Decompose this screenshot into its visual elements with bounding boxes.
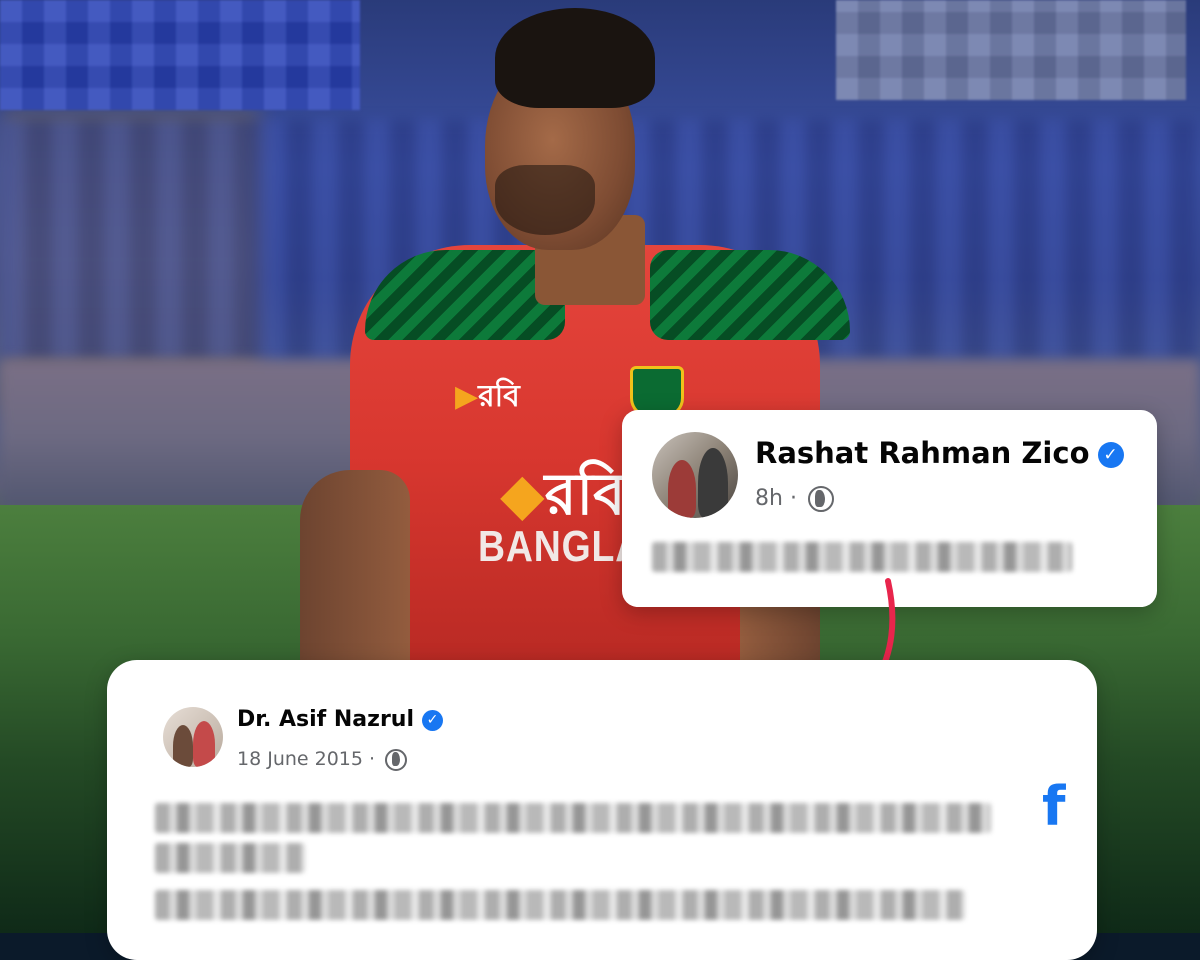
blurred-post-text: [155, 843, 305, 873]
post-meta: 8h ·: [755, 486, 834, 512]
meta-separator: ·: [789, 486, 797, 511]
player-hair: [495, 8, 655, 108]
jersey-sponsor-small: ▶রবি: [455, 379, 520, 414]
post-author[interactable]: Dr. Asif Nazrul ✓: [237, 707, 443, 732]
post-time[interactable]: 8h: [755, 486, 783, 511]
meta-separator: ·: [369, 748, 376, 770]
jersey-shoulder-right: [650, 250, 850, 340]
post-meta: 18 June 2015 ·: [237, 748, 408, 771]
bottom-post-card: Dr. Asif Nazrul ✓ 18 June 2015 · f: [107, 660, 1097, 960]
avatar[interactable]: [163, 707, 223, 767]
avatar[interactable]: [652, 432, 738, 518]
blurred-post-text: [155, 803, 991, 833]
verified-badge-icon: ✓: [1097, 442, 1124, 468]
player-arm-left: [300, 470, 410, 660]
facebook-icon: f: [1042, 775, 1066, 838]
blurred-post-text: [652, 542, 1072, 572]
pixelated-logo-right: [836, 0, 1186, 100]
verified-badge-icon: ✓: [422, 709, 443, 731]
globe-icon: [385, 748, 408, 771]
globe-icon: [807, 486, 834, 512]
post-date[interactable]: 18 June 2015: [237, 748, 363, 770]
blurred-post-text: [155, 890, 965, 920]
post-author[interactable]: Rashat Rahman Zico ✓: [755, 436, 1124, 470]
player-beard: [495, 165, 595, 235]
